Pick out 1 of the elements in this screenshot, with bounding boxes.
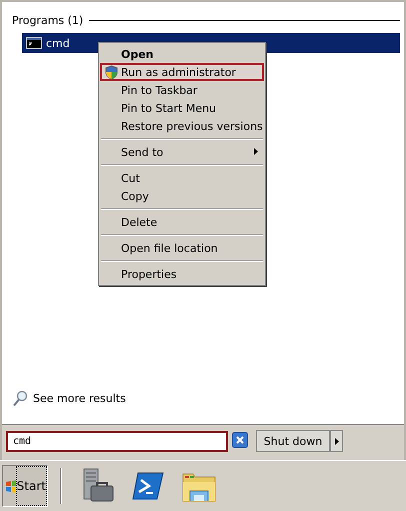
group-header: Programs (1) (12, 14, 84, 26)
